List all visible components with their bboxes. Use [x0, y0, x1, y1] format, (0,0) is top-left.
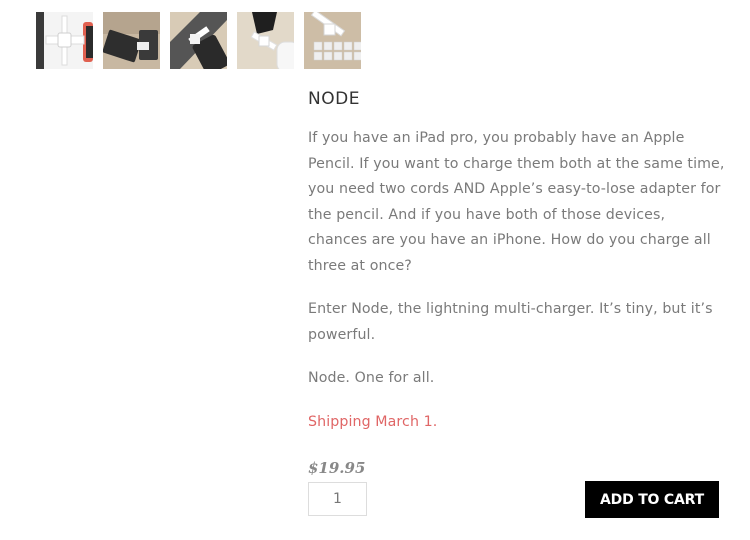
- earbuds-photo-icon: [237, 12, 294, 69]
- product-thumbnail-5[interactable]: [304, 12, 361, 69]
- phone-photo-icon: [170, 12, 227, 69]
- quantity-input[interactable]: [308, 482, 367, 516]
- product-details: NODE If you have an iPad pro, you probab…: [308, 88, 728, 453]
- product-description: If you have an iPad pro, you probably ha…: [308, 126, 728, 435]
- product-thumbnail-1[interactable]: [36, 12, 93, 69]
- product-thumbnail-2[interactable]: [103, 12, 160, 69]
- desk-photo-icon: [103, 12, 160, 69]
- shipping-notice: Shipping March 1.: [308, 413, 438, 430]
- product-title: NODE: [308, 89, 360, 109]
- product-thumbnail-gallery: [36, 12, 361, 69]
- description-paragraph-2: Enter Node, the lightning multi-charger.…: [308, 301, 713, 343]
- description-paragraph-3: Node. One for all.: [308, 370, 435, 386]
- product-thumbnail-3[interactable]: [170, 12, 227, 69]
- product-thumbnail-4[interactable]: [237, 12, 294, 69]
- product-price: $19.95: [308, 459, 366, 477]
- charger-photo-icon: [36, 12, 93, 69]
- keyboard-photo-icon: [304, 12, 361, 69]
- add-to-cart-button[interactable]: ADD TO CART: [585, 481, 719, 518]
- description-paragraph-1: If you have an iPad pro, you probably ha…: [308, 130, 725, 274]
